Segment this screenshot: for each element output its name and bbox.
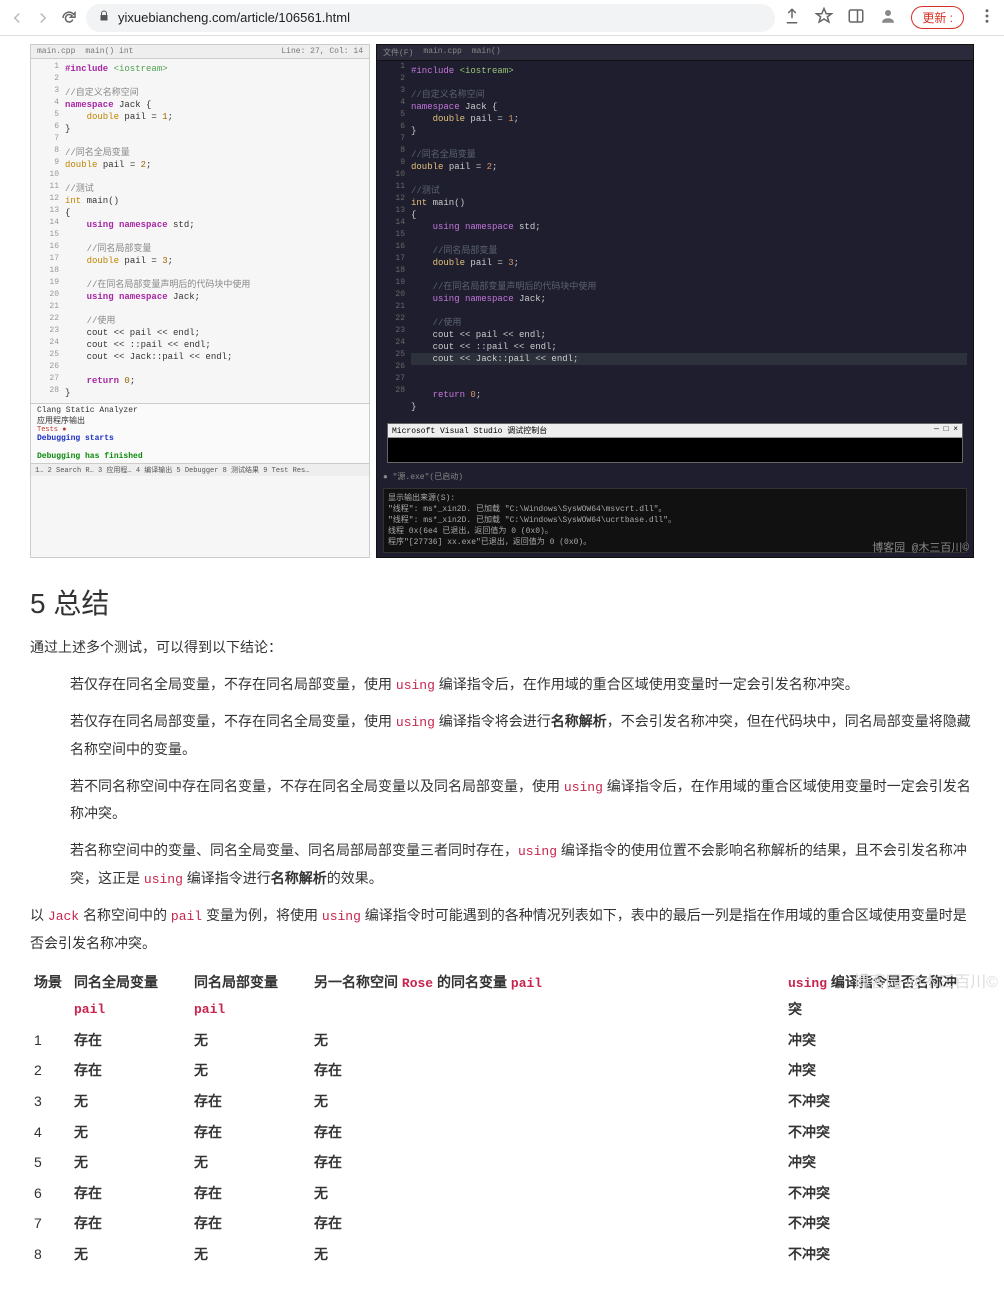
th-scene: 场景: [30, 967, 70, 1025]
ide-dark: 文件(F) main.cpp main() 1 2 3 4 5 6 7 8 9 …: [376, 44, 974, 558]
th-conflict: using 编译指令是否名称冲突: [784, 967, 974, 1025]
ide-dark-code: #include <iostream> //自定义名称空间 namespace …: [377, 61, 973, 417]
table-cell: 存在: [310, 1208, 784, 1239]
table-cell: 无: [70, 1147, 190, 1178]
menu-icon[interactable]: [978, 7, 996, 28]
lock-icon: [98, 10, 110, 25]
ide-light: main.cpp main() int Line: 27, Col: 14 1 …: [30, 44, 370, 558]
table-cell: 存在: [190, 1178, 310, 1209]
table-cell: 存在: [310, 1147, 784, 1178]
table-cell: 存在: [190, 1086, 310, 1117]
table-cell: 不冲突: [784, 1086, 974, 1117]
table-cell: 无: [190, 1025, 310, 1056]
th-rose: 另一名称空间 Rose 的同名变量 pail: [310, 967, 784, 1025]
table-cell: 存在: [190, 1208, 310, 1239]
table-cell: 无: [70, 1086, 190, 1117]
panel-icon[interactable]: [847, 7, 865, 28]
bullet-3: 若不同名称空间中存在同名变量，不存在同名全局变量以及同名局部变量，使用 usin…: [70, 773, 974, 827]
table-cell: 3: [30, 1086, 70, 1117]
ide-dark-tab-menu: 文件(F): [383, 47, 413, 58]
example-paragraph: 以 Jack 名称空间中的 pail 变量为例，将使用 using 编译指令时可…: [30, 902, 974, 956]
analyzer-label: Clang Static Analyzer: [37, 406, 363, 415]
table-cell: 存在: [70, 1025, 190, 1056]
scenario-table: 场景 同名全局变量 pail 同名局部变量 pail 另一名称空间 Rose 的…: [30, 967, 974, 1270]
table-row: 2存在无存在冲突: [30, 1055, 974, 1086]
table-cell: 不冲突: [784, 1117, 974, 1148]
run-label: 应用程序输出: [37, 415, 363, 426]
table-cell: 存在: [70, 1208, 190, 1239]
code-screenshot-pair: main.cpp main() int Line: 27, Col: 14 1 …: [30, 44, 974, 558]
ide-dark-tab-func: main(): [472, 47, 501, 58]
debug-start: Debugging starts: [37, 434, 363, 443]
table-cell: 2: [30, 1055, 70, 1086]
table-cell: 1: [30, 1025, 70, 1056]
ide-light-gutter: 1 2 3 4 5 6 7 8 9 10 11 12 13 14 15 16 1…: [45, 61, 59, 397]
output-launched: "源.exe"(已启动): [393, 473, 463, 482]
table-cell: 冲突: [784, 1147, 974, 1178]
ide-dark-gutter: 1 2 3 4 5 6 7 8 9 10 11 12 13 14 15 16 1…: [391, 61, 405, 397]
out-label: 显示输出来源(S):: [388, 493, 962, 504]
th-global: 同名全局变量 pail: [70, 967, 190, 1025]
star-icon[interactable]: [815, 7, 833, 28]
table-cell: 6: [30, 1178, 70, 1209]
bullet-2: 若仅存在同名局部变量，不存在同名全局变量，使用 using 编译指令将会进行名称…: [70, 708, 974, 762]
ide-watermark: 博客园 @木三百川©: [872, 539, 969, 555]
table-cell: 不冲突: [784, 1208, 974, 1239]
table-cell: 4: [30, 1117, 70, 1148]
table-cell: 存在: [310, 1055, 784, 1086]
table-cell: 5: [30, 1147, 70, 1178]
table-row: 7存在存在存在不冲突: [30, 1208, 974, 1239]
vs-console-popup: Microsoft Visual Studio 调试控制台— □ ×: [387, 423, 963, 463]
table-cell: 冲突: [784, 1055, 974, 1086]
bullet-1: 若仅存在同名全局变量，不存在同名局部变量，使用 using 编译指令后，在作用域…: [70, 671, 974, 699]
table-row: 6存在存在无不冲突: [30, 1178, 974, 1209]
table-cell: 冲突: [784, 1025, 974, 1056]
table-row: 4无存在存在不冲突: [30, 1117, 974, 1148]
forward-button[interactable]: [34, 9, 52, 27]
table-row: 1存在无无冲突: [30, 1025, 974, 1056]
ide-light-code: #include <iostream> //自定义名称空间 namespace …: [31, 59, 369, 403]
table-cell: 不冲突: [784, 1239, 974, 1270]
table-cell: 无: [190, 1055, 310, 1086]
intro-paragraph: 通过上述多个测试，可以得到以下结论：: [30, 634, 974, 661]
bullet-4: 若名称空间中的变量、同名全局变量、同名局部局部变量三者同时存在，using 编译…: [70, 837, 974, 892]
table-cell: 存在: [70, 1055, 190, 1086]
table-cell: 无: [190, 1147, 310, 1178]
table-row: 5无无存在冲突: [30, 1147, 974, 1178]
share-icon[interactable]: [783, 7, 801, 28]
table-cell: 不冲突: [784, 1178, 974, 1209]
table-row: 3无存在无不冲突: [30, 1086, 974, 1117]
ide-light-tab-func: main() int: [85, 47, 133, 56]
browser-toolbar: yixuebiancheng.com/article/106561.html 更…: [0, 0, 1004, 36]
table-row: 8无无无不冲突: [30, 1239, 974, 1270]
table-cell: 无: [310, 1086, 784, 1117]
th-local: 同名局部变量 pail: [190, 967, 310, 1025]
ide-light-status: Line: 27, Col: 14: [281, 47, 363, 56]
debug-done: Debugging has finished: [37, 452, 363, 461]
table-cell: 7: [30, 1208, 70, 1239]
ide-dark-tab-file: main.cpp: [423, 47, 461, 58]
reload-button[interactable]: [60, 9, 78, 27]
table-cell: 无: [190, 1239, 310, 1270]
table-cell: 无: [310, 1178, 784, 1209]
table-cell: 存在: [190, 1117, 310, 1148]
back-button[interactable]: [8, 9, 26, 27]
table-cell: 无: [70, 1117, 190, 1148]
table-cell: 无: [310, 1239, 784, 1270]
ide-light-statusbar: 1… 2 Search R… 3 应用程… 4 编译输出 5 Debugger …: [31, 463, 369, 476]
table-cell: 无: [70, 1239, 190, 1270]
update-button[interactable]: 更新 :: [911, 6, 964, 29]
url-text: yixuebiancheng.com/article/106561.html: [118, 10, 350, 25]
table-cell: 存在: [70, 1178, 190, 1209]
address-bar[interactable]: yixuebiancheng.com/article/106561.html: [86, 4, 775, 32]
vs-console-title: Microsoft Visual Studio 调试控制台: [392, 425, 547, 436]
table-cell: 存在: [310, 1117, 784, 1148]
section-heading: 5 总结: [30, 582, 974, 622]
profile-icon[interactable]: [879, 7, 897, 28]
table-cell: 无: [310, 1025, 784, 1056]
table-cell: 8: [30, 1239, 70, 1270]
ide-light-tab-file: main.cpp: [37, 47, 75, 56]
